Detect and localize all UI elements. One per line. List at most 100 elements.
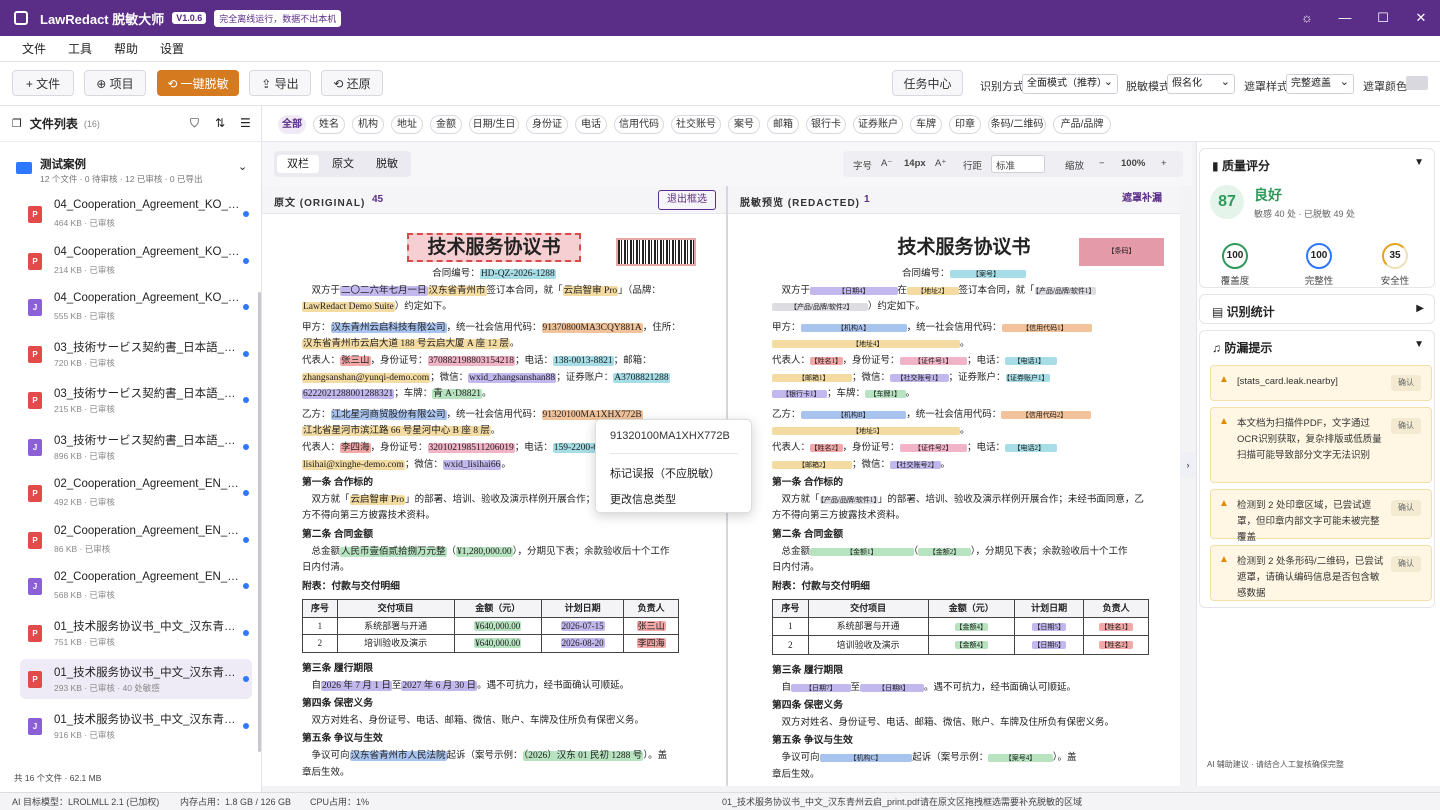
redacted-amount-row[interactable]: 【金额4】 [954,641,989,650]
redacted-addr-b[interactable]: 【地址5】 [772,427,960,436]
entity-date-row[interactable]: 2026-08-20 [560,638,605,649]
filter-icon[interactable]: ⛉ [190,116,199,131]
mode-select[interactable]: 假名化 [1167,73,1235,94]
entity-contract-no[interactable]: HD-QZ-2026-1288 [479,269,556,279]
confirm-button[interactable]: 确认 [1391,375,1421,391]
menu-settings[interactable]: 设置 [160,40,184,57]
tag-filter-chip[interactable]: 姓名 [313,115,345,134]
redacted-rep-b[interactable]: 【姓名2】 [810,443,843,452]
redacted-contract-no[interactable]: 【案号】 [949,270,1026,278]
file-item[interactable]: J 01_技术服务协议书_中文_汉东青州云... 916 KB · 已审核 [20,706,252,746]
redacted-amount-row[interactable]: 【金额4】 [954,622,989,631]
entity-rep-b[interactable]: 李四海 [340,442,371,453]
expand-icon[interactable]: ▶ [1416,303,1424,314]
entity-rep-a[interactable]: 张三山 [340,355,371,366]
entity-product[interactable]: 云启智审 Pro [562,285,619,296]
redacted-end[interactable]: 【日期8】 [860,683,925,692]
tag-filter-chip[interactable]: 车牌 [910,115,942,134]
file-item[interactable]: J 02_Cooperation_Agreement_EN_Eas... 568 K… [20,566,252,606]
tag-filter-chip[interactable]: 地址 [391,115,423,134]
exit-select-button[interactable]: 退出框选 [658,190,716,210]
entity-wx-b[interactable]: wxid_lisihai66 [442,459,502,470]
redacted-case[interactable]: 【案号4】 [988,754,1053,763]
file-item[interactable]: P 02_Cooperation_Agreement_EN_Eas... 86 KB… [20,520,252,560]
file-item[interactable]: P 04_Cooperation_Agreement_KO_Ch... 464 KB… [20,194,252,234]
entity-credit-a[interactable]: 91370800MA3CQY881A [541,322,643,333]
redacted-mail-b[interactable]: 【邮箱2】 [772,460,852,469]
mask-select[interactable]: 完整遮盖 [1286,73,1354,94]
chevron-down-icon[interactable]: ⌄ [238,160,247,173]
panel-collapse-icon[interactable]: › [1180,452,1196,478]
redacted-product[interactable]: 【产品/品牌/软件1】 [1034,286,1097,295]
redacted-wx-b[interactable]: 【社交账号2】 [890,460,941,469]
redacted-date-row[interactable]: 【日期6】 [1032,641,1066,650]
tag-filter-chip[interactable]: 日期/生日 [469,115,519,134]
add-file-button[interactable]: + 文件 [12,70,74,96]
confirm-button[interactable]: 确认 [1391,500,1421,516]
entity-start[interactable]: 2026 年 7 月 1 日 [321,680,392,691]
entity-court[interactable]: 汉东省青州市人民法院 [349,751,447,762]
redacted-amount-2[interactable]: 【金额2】 [918,547,971,556]
entity-id-b[interactable]: 320102198511206019 [427,442,515,453]
file-item[interactable]: J 03_技術サービス契約書_日本語_青州... 896 KB · 已审核 [20,427,252,467]
project-button[interactable]: ⊕ 项目 [84,70,146,96]
redacted-bank-a[interactable]: 【银行卡1】 [772,390,827,399]
file-item[interactable]: P 01_技术服务协议书_中文_汉东青州云... 293 KB · 已审核 · 40… [20,659,252,699]
redacted-date-row[interactable]: 【日期5】 [1032,622,1066,631]
entity-product-2[interactable]: 云启智审 Pro [349,494,406,505]
confirm-button[interactable]: 确认 [1391,556,1421,572]
export-button[interactable]: ⇪ 导出 [249,70,311,96]
redacted-mail-a[interactable]: 【邮箱1】 [772,373,852,382]
tag-filter-chip[interactable]: 金额 [430,115,462,134]
maximize-icon[interactable]: ☐ [1364,0,1402,36]
redacted-plate-a[interactable]: 【车牌1】 [865,390,906,399]
redacted-name-row[interactable]: 【姓名2】 [1099,641,1133,650]
redacted-date[interactable]: 【日期4】 [810,286,898,295]
menu-tools[interactable]: 工具 [68,40,92,57]
tag-filter-chip[interactable]: 案号 [728,115,760,134]
file-item[interactable]: P 03_技術サービス契約書_日本語_青州... 720 KB · 已审核 [20,334,252,374]
font-decrease-button[interactable]: A⁻ [881,158,892,169]
theme-toggle-icon[interactable]: ☼ [1288,0,1326,36]
entity-tel-b[interactable]: 159-2200-6 [552,442,600,453]
entity-wx-a[interactable]: wxid_zhangsanshan88 [468,372,557,383]
tab-redacted[interactable]: 脱敏 [366,155,408,173]
tag-filter-chip[interactable]: 产品/品牌 [1053,115,1111,134]
stats-card[interactable]: ▤ 识别统计 ▶ [1199,294,1435,324]
file-item[interactable]: P 01_技术服务协议书_中文_汉东青州云... 751 KB · 已审核 [20,613,252,653]
file-item[interactable]: P 03_技術サービス契約書_日本語_青州... 215 KB · 已审核 [20,380,252,420]
redacted-tel-a[interactable]: 【电话1】 [1005,356,1058,365]
close-icon[interactable]: ✕ [1402,0,1440,36]
tag-filter-chip[interactable]: 社交账号 [671,115,721,134]
redacted-id-b[interactable]: 【证件号2】 [899,443,968,452]
entity-amount-row[interactable]: ¥640,000.00 [474,638,522,649]
zoom-in-button[interactable]: + [1161,158,1167,169]
entity-end[interactable]: 2027 年 6 月 30 日 [401,680,478,691]
entity-plate-a[interactable]: 青 A·D8821 [432,389,483,400]
sidebar-scrollbar[interactable] [258,292,261,752]
redacted-party-b[interactable]: 【机构B】 [800,410,907,419]
entity-case[interactable]: （2026）汉东 01 民初 1288 号 [522,751,644,762]
tag-filter-chip[interactable]: 电话 [575,115,607,134]
tab-dual[interactable]: 双栏 [277,155,319,173]
redacted-pane[interactable]: 脱敏预览 (REDACTED) 1 遮罩补漏 【条码】 技术服务协议书 合同编号… [728,186,1180,786]
entity-mail-b[interactable]: lisihai@xinghe-demo.com [302,459,405,470]
confirm-button[interactable]: 确认 [1391,418,1421,434]
entity-party-b[interactable]: 江北星河商贸股份有限公司 [330,409,447,420]
tag-filter-chip[interactable]: 证券账户 [853,115,903,134]
menu-file[interactable]: 文件 [22,40,46,57]
redacted-name-row[interactable]: 【姓名1】 [1099,622,1133,631]
redacted-tel-b[interactable]: 【电话2】 [1005,443,1058,452]
folder-item[interactable]: 测试案例 12 个文件 · 0 待审核 · 12 已审核 · 0 已导出 ⌄ [0,146,262,190]
file-item[interactable]: P 02_Cooperation_Agreement_EN_Eas... 492 K… [20,473,252,513]
entity-addr-b[interactable]: 江北省星河市滨江路 66 号星河中心 B 座 8 层 [302,426,491,437]
entity-city[interactable]: 汉东省青州市 [427,285,487,296]
collapse-icon[interactable]: ▼ [1414,157,1424,168]
file-item[interactable]: J 04_Cooperation_Agreement_KO_Ch... 555 KB… [20,287,252,327]
redacted-product-2[interactable]: 【产品/品牌/软件1】 [819,495,878,504]
tag-filter-chip[interactable]: 身份证 [526,115,568,134]
entity-mail-a[interactable]: zhangsanshan@yunqi-demo.com [302,372,431,383]
check-list-icon[interactable]: ☰ [240,116,251,130]
tag-filter-chip[interactable]: 全部 [278,115,306,134]
sort-icon[interactable]: ⇅ [215,116,225,130]
